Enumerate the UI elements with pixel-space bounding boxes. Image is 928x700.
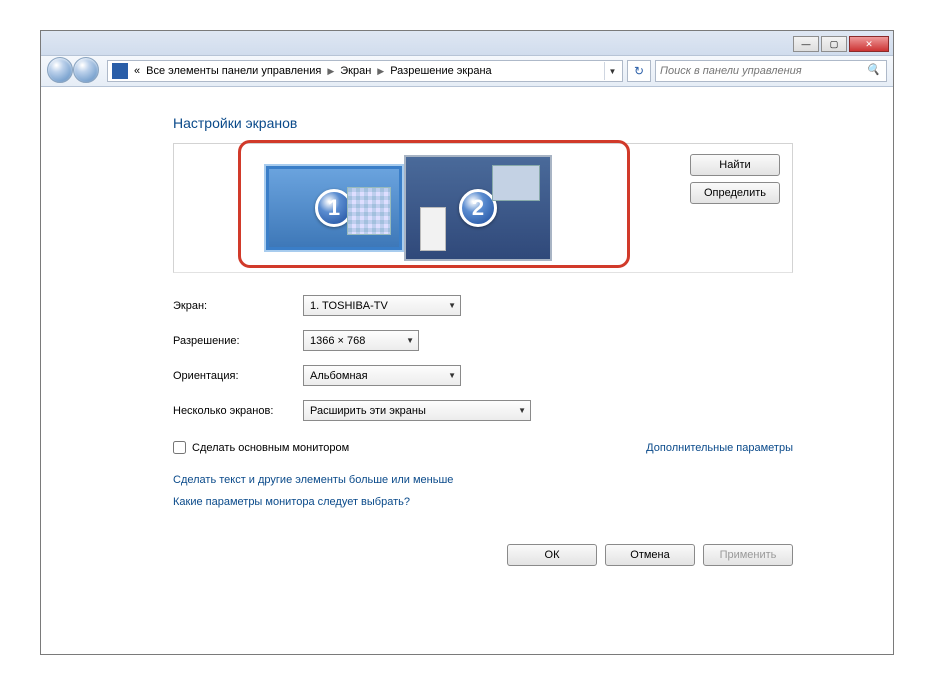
orientation-label: Ориентация: xyxy=(173,370,303,382)
primary-monitor-row: Сделать основным монитором Дополнительны… xyxy=(173,441,793,454)
primary-monitor-label: Сделать основным монитором xyxy=(192,442,349,454)
search-icon: 🔍 xyxy=(866,63,882,79)
nav-back-forward xyxy=(47,57,103,85)
display-label: Экран: xyxy=(173,300,303,312)
orientation-value: Альбомная xyxy=(310,370,368,382)
monitor-preview-icon xyxy=(492,165,540,201)
breadcrumb-prefix: « xyxy=(134,65,140,77)
breadcrumb-item[interactable]: Все элементы панели управления xyxy=(146,65,321,77)
resolution-dropdown[interactable]: 1366 × 768 ▼ xyxy=(303,330,419,351)
settings-form: Экран: 1. TOSHIBA-TV ▼ Разрешение: 1366 … xyxy=(173,295,893,421)
monitor-2[interactable]: 2 xyxy=(404,155,552,261)
multi-displays-value: Расширить эти экраны xyxy=(310,405,426,417)
page-title: Настройки экранов xyxy=(173,115,893,131)
control-panel-icon xyxy=(112,63,128,79)
navbar: « Все элементы панели управления ▶ Экран… xyxy=(41,55,893,87)
breadcrumb-item[interactable]: Разрешение экрана xyxy=(390,65,491,77)
chevron-right-icon: ▶ xyxy=(327,66,334,77)
chevron-down-icon: ▼ xyxy=(448,301,456,310)
which-settings-link[interactable]: Какие параметры монитора следует выбрать… xyxy=(173,496,893,508)
breadcrumb[interactable]: « Все элементы панели управления ▶ Экран… xyxy=(107,60,623,82)
orientation-dropdown[interactable]: Альбомная ▼ xyxy=(303,365,461,386)
identify-button[interactable]: Определить xyxy=(690,182,780,204)
content: Настройки экранов 1 2 Найти Определить xyxy=(41,87,893,566)
ok-button[interactable]: ОК xyxy=(507,544,597,566)
breadcrumb-dropdown[interactable]: ▼ xyxy=(604,62,620,80)
apply-button[interactable]: Применить xyxy=(703,544,793,566)
resolution-value: 1366 × 768 xyxy=(310,335,365,347)
help-links: Сделать текст и другие элементы больше и… xyxy=(173,474,893,508)
display-dropdown[interactable]: 1. TOSHIBA-TV ▼ xyxy=(303,295,461,316)
chevron-down-icon: ▼ xyxy=(448,371,456,380)
breadcrumb-item[interactable]: Экран xyxy=(340,65,371,77)
display-arrangement-panel: 1 2 Найти Определить xyxy=(173,143,793,273)
primary-monitor-checkbox[interactable] xyxy=(173,441,186,454)
maximize-button[interactable]: ▢ xyxy=(821,36,847,52)
display-value: 1. TOSHIBA-TV xyxy=(310,300,388,312)
chevron-down-icon: ▼ xyxy=(406,336,414,345)
monitor-preview-icon xyxy=(420,207,446,251)
window-frame: — ▢ ✕ « Все элементы панели управления ▶… xyxy=(40,30,894,655)
advanced-settings-link[interactable]: Дополнительные параметры xyxy=(646,442,793,454)
refresh-button[interactable]: ↻ xyxy=(627,60,651,82)
text-size-link[interactable]: Сделать текст и другие элементы больше и… xyxy=(173,474,893,486)
find-button[interactable]: Найти xyxy=(690,154,780,176)
display-side-buttons: Найти Определить xyxy=(644,144,792,272)
back-button[interactable] xyxy=(47,57,73,83)
monitor-preview-icon xyxy=(347,187,391,235)
search-box[interactable]: 🔍 xyxy=(655,60,887,82)
minimize-button[interactable]: — xyxy=(793,36,819,52)
close-button[interactable]: ✕ xyxy=(849,36,889,52)
display-area[interactable]: 1 2 xyxy=(174,144,644,272)
titlebar: — ▢ ✕ xyxy=(41,31,893,55)
dialog-footer: ОК Отмена Применить xyxy=(173,544,793,566)
chevron-right-icon: ▶ xyxy=(377,66,384,77)
cancel-button[interactable]: Отмена xyxy=(605,544,695,566)
chevron-down-icon: ▼ xyxy=(518,406,526,415)
multi-displays-label: Несколько экранов: xyxy=(173,405,303,417)
resolution-label: Разрешение: xyxy=(173,335,303,347)
forward-button[interactable] xyxy=(73,57,99,83)
search-input[interactable] xyxy=(660,65,866,77)
monitor-1[interactable]: 1 xyxy=(266,166,402,250)
multi-displays-dropdown[interactable]: Расширить эти экраны ▼ xyxy=(303,400,531,421)
